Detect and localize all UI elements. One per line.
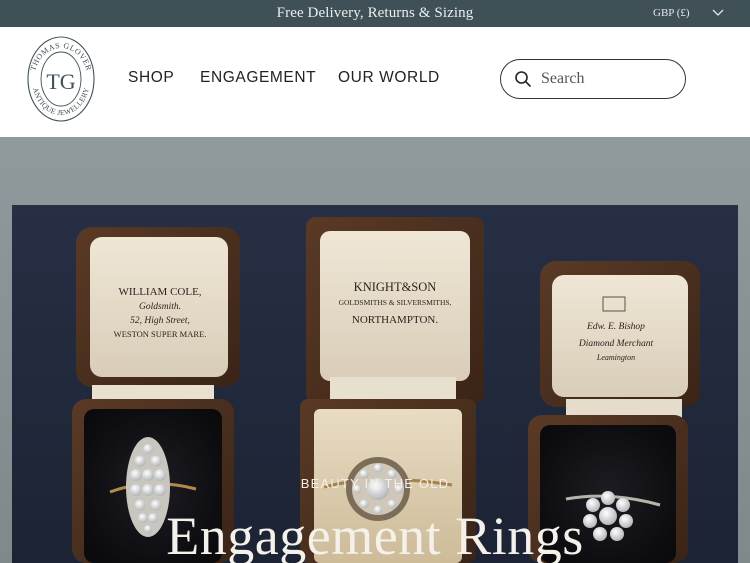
hero-banner: WILLIAM COLE, Goldsmith. 52, High Street… [0, 137, 750, 563]
svg-text:THOMAS GLOVER: THOMAS GLOVER [28, 41, 93, 72]
svg-text:WESTON SUPER MARE.: WESTON SUPER MARE. [114, 329, 207, 339]
hero-title: Engagement Rings [166, 506, 584, 563]
announcement-text: Free Delivery, Returns & Sizing [276, 5, 474, 21]
svg-text:Diamond Merchant: Diamond Merchant [578, 339, 654, 349]
brand-logo[interactable]: THOMAS GLOVER ANTIQUE JEWELLERY TG [26, 33, 96, 123]
svg-text:Edw. E. Bishop: Edw. E. Bishop [586, 322, 645, 332]
chevron-down-icon[interactable] [712, 9, 724, 17]
site-header: THOMAS GLOVER ANTIQUE JEWELLERY TG SHOP … [0, 27, 750, 137]
search-box[interactable] [500, 59, 686, 99]
search-icon[interactable] [514, 70, 532, 88]
svg-text:GOLDSMITHS & SILVERSMITHS,: GOLDSMITHS & SILVERSMITHS, [339, 298, 452, 307]
svg-text:Leamington: Leamington [596, 353, 635, 362]
search-input[interactable] [541, 66, 676, 92]
nav-engagement[interactable]: ENGAGEMENT [200, 69, 316, 87]
svg-text:52, High Street,: 52, High Street, [130, 316, 190, 326]
svg-text:KNIGHT&SON: KNIGHT&SON [354, 280, 437, 294]
svg-text:WILLIAM COLE,: WILLIAM COLE, [118, 286, 201, 298]
currency-selector[interactable]: GBP (£) [653, 7, 690, 19]
logo-monogram: TG [46, 69, 75, 94]
svg-text:NORTHAMPTON.: NORTHAMPTON. [352, 314, 438, 326]
box-middle-imprint: KNIGHT&SON GOLDSMITHS & SILVERSMITHS, NO… [339, 280, 452, 326]
hero-eyebrow: BEAUTY IN THE OLD [300, 476, 450, 491]
logo-ring-text-top: THOMAS GLOVER [28, 41, 93, 72]
nav-our-world[interactable]: OUR WORLD [338, 69, 440, 87]
announcement-bar: Free Delivery, Returns & Sizing GBP (£) [0, 0, 750, 27]
nav-shop[interactable]: SHOP [128, 69, 174, 87]
hero-image: WILLIAM COLE, Goldsmith. 52, High Street… [0, 137, 750, 563]
svg-text:Goldsmith.: Goldsmith. [139, 302, 181, 312]
